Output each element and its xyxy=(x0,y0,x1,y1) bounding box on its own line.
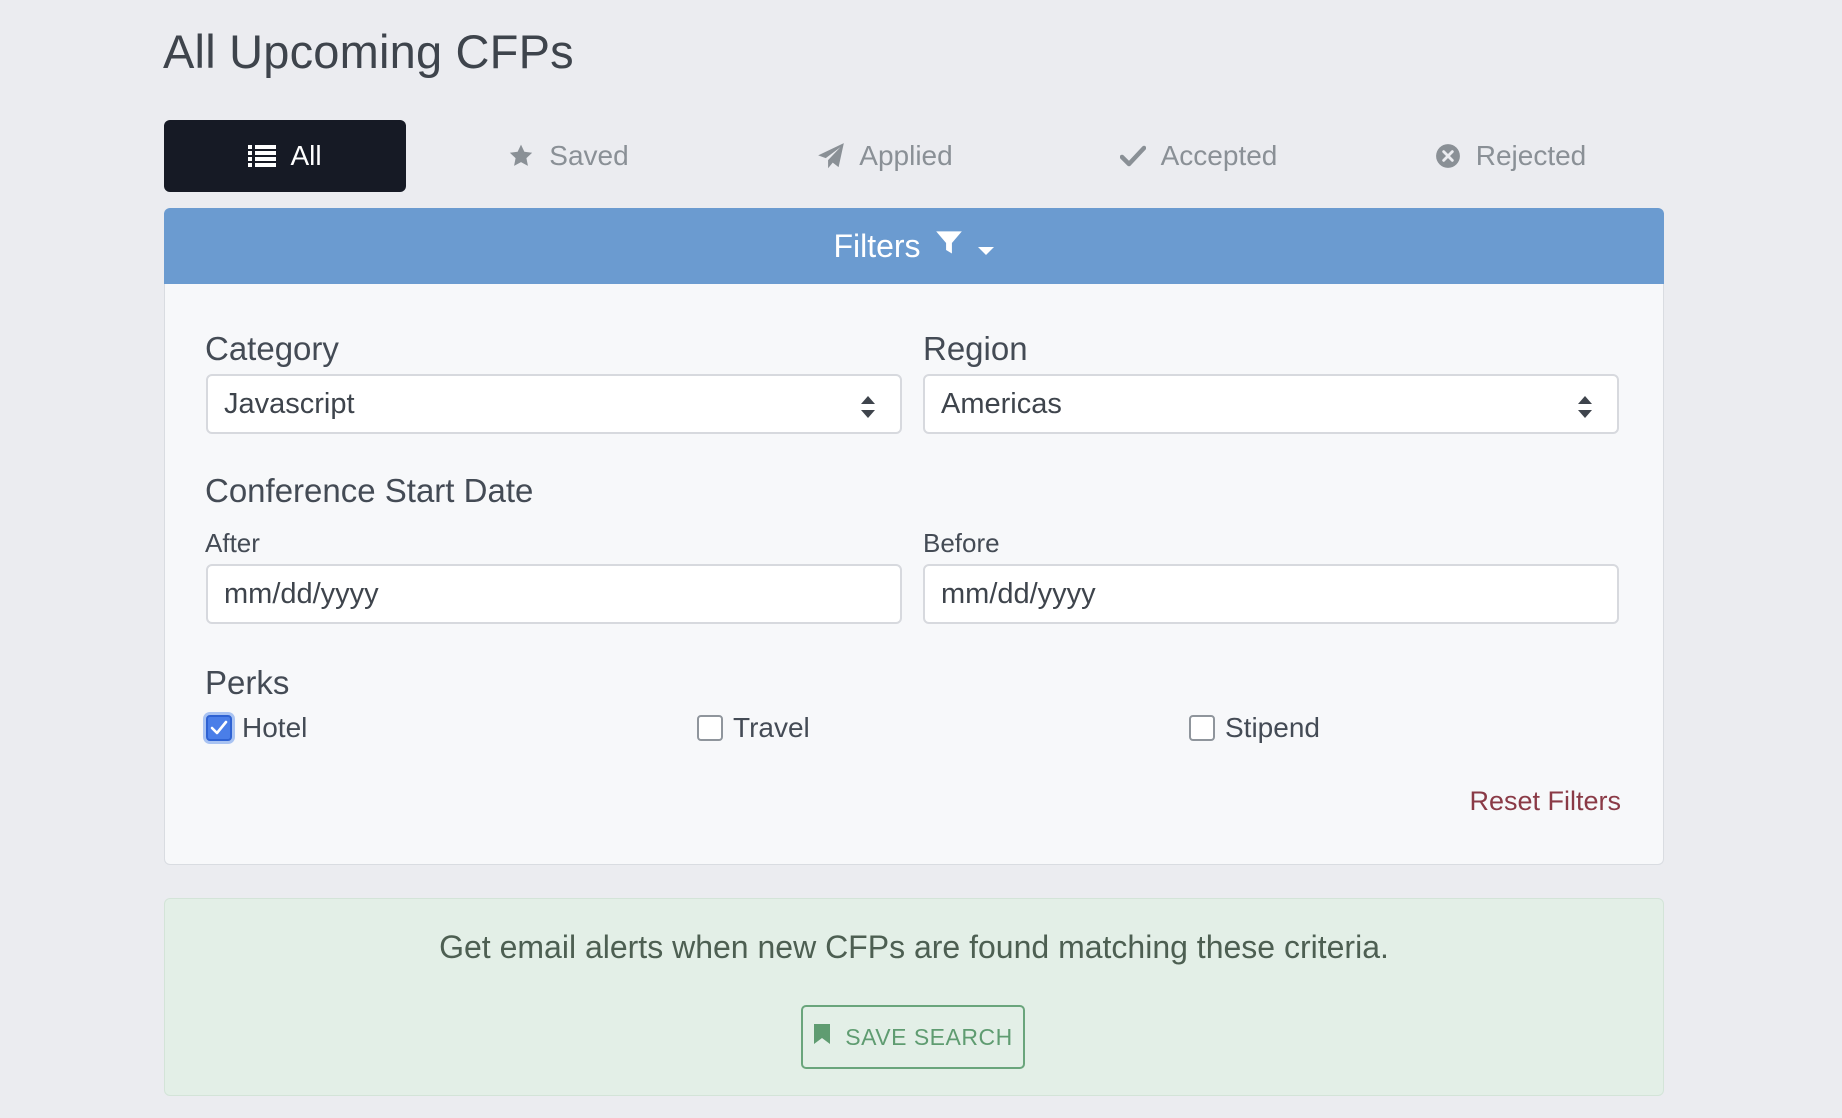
filters-panel: Category Javascript Region Americas Conf… xyxy=(164,284,1664,865)
before-date-input[interactable]: mm/dd/yyyy xyxy=(923,564,1619,624)
tab-all[interactable]: All xyxy=(164,120,406,192)
after-label: After xyxy=(205,528,260,558)
category-label: Category xyxy=(205,330,339,367)
caret-down-icon xyxy=(977,228,995,265)
tab-label: All xyxy=(290,140,322,171)
save-search-label: SAVE SEARCH xyxy=(845,1023,1013,1050)
hotel-label: Hotel xyxy=(242,712,308,743)
before-label: Before xyxy=(923,528,1000,558)
stipend-checkbox[interactable] xyxy=(1189,715,1215,741)
tab-label: Rejected xyxy=(1475,140,1587,171)
alert-text: Get email alerts when new CFPs are found… xyxy=(439,929,1389,965)
filters-label: Filters xyxy=(833,227,921,264)
tab-bar: All Saved Applied Accepted Rejected xyxy=(164,120,1664,192)
select-arrows-icon xyxy=(860,394,876,418)
tab-label: Accepted xyxy=(1160,140,1278,171)
category-select[interactable]: Javascript xyxy=(206,374,902,434)
tab-applied[interactable]: Applied xyxy=(730,120,1040,192)
check-icon xyxy=(1119,142,1147,170)
before-date-placeholder: mm/dd/yyyy xyxy=(941,577,1096,610)
save-search-button[interactable]: SAVE SEARCH xyxy=(801,1005,1025,1069)
start-date-label: Conference Start Date xyxy=(205,472,534,509)
star-icon xyxy=(507,142,535,170)
region-select[interactable]: Americas xyxy=(923,374,1619,434)
perk-travel[interactable]: Travel xyxy=(697,712,810,744)
perk-stipend[interactable]: Stipend xyxy=(1189,712,1320,744)
travel-checkbox[interactable] xyxy=(697,715,723,741)
perk-hotel[interactable]: Hotel xyxy=(206,712,307,744)
tab-rejected[interactable]: Rejected xyxy=(1356,120,1664,192)
category-value: Javascript xyxy=(224,387,355,420)
stipend-label: Stipend xyxy=(1225,712,1320,743)
tab-label: Saved xyxy=(549,140,629,171)
tab-accepted[interactable]: Accepted xyxy=(1040,120,1356,192)
tab-saved[interactable]: Saved xyxy=(406,120,730,192)
tab-label: Applied xyxy=(859,140,953,171)
bookmark-icon xyxy=(813,1023,831,1051)
filter-icon xyxy=(935,228,963,265)
page-title: All Upcoming CFPs xyxy=(163,25,574,78)
after-date-input[interactable]: mm/dd/yyyy xyxy=(206,564,902,624)
x-circle-icon xyxy=(1434,142,1462,170)
perks-label: Perks xyxy=(205,664,290,701)
list-icon xyxy=(248,142,277,170)
paper-plane-icon xyxy=(817,142,845,170)
email-alert-box: Get email alerts when new CFPs are found… xyxy=(164,898,1664,1096)
hotel-checkbox[interactable] xyxy=(206,715,232,741)
region-value: Americas xyxy=(941,387,1062,420)
filters-toggle[interactable]: Filters xyxy=(164,208,1664,284)
region-label: Region xyxy=(923,330,1028,367)
travel-label: Travel xyxy=(733,712,810,743)
select-arrows-icon xyxy=(1577,394,1593,418)
after-date-placeholder: mm/dd/yyyy xyxy=(224,577,379,610)
reset-filters-link[interactable]: Reset Filters xyxy=(1469,786,1621,817)
